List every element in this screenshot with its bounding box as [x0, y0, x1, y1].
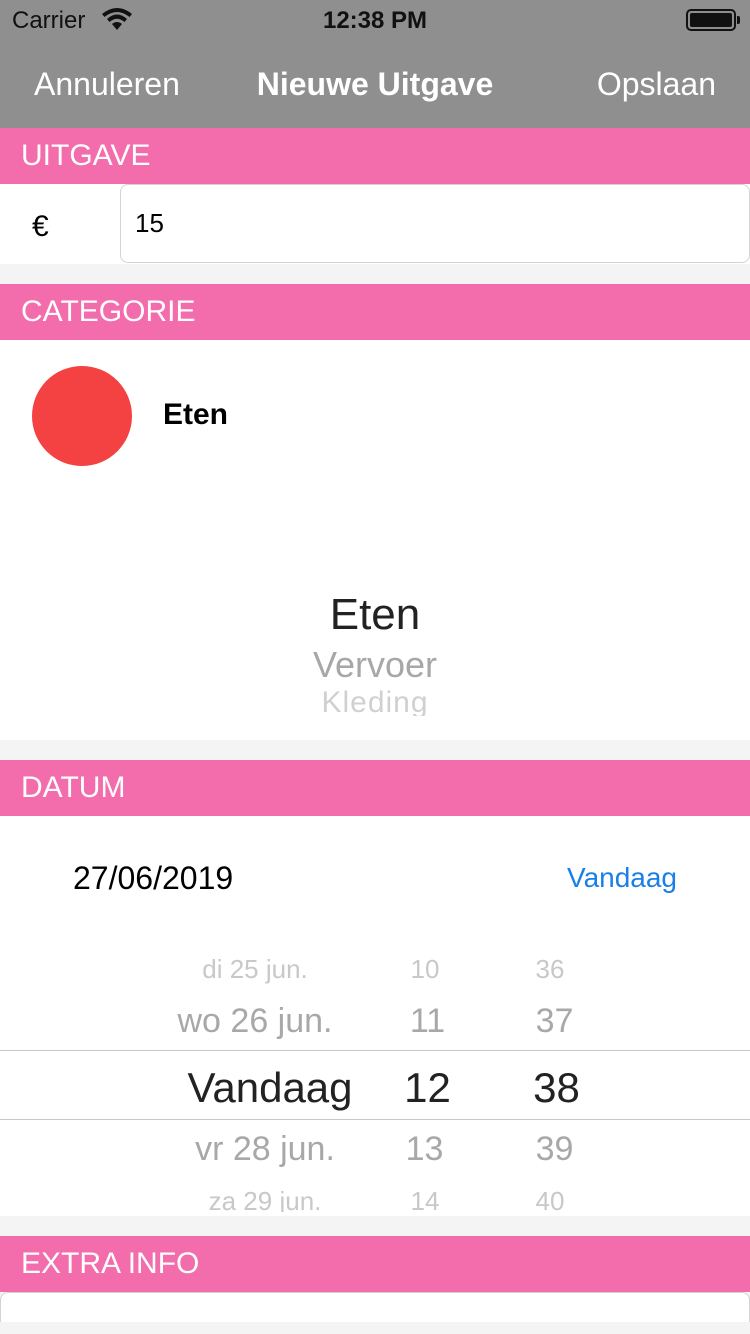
wheel-day-item[interactable]: za 29 jun.	[160, 1186, 370, 1212]
date-panel: 27/06/2019 Vandaag di 25 jun. wo 26 jun.…	[0, 816, 750, 1216]
wheel-day-item[interactable]: di 25 jun.	[150, 954, 360, 985]
save-button[interactable]: Opslaan	[597, 66, 716, 103]
today-button[interactable]: Vandaag	[567, 862, 677, 894]
category-section-header: CATEGORIE	[0, 284, 750, 340]
wheel-day-selected[interactable]: Vandaag	[160, 1064, 380, 1112]
wheel-minute-item[interactable]: 36	[510, 954, 590, 985]
extra-header-label: EXTRA INFO	[21, 1247, 200, 1280]
wheel-hour-item[interactable]: 14	[385, 1186, 465, 1212]
clock: 12:38 PM	[322, 7, 428, 34]
wheel-day-item[interactable]: vr 28 jun.	[150, 1130, 380, 1169]
expense-row: €	[0, 184, 750, 264]
category-color-dot	[32, 366, 132, 466]
wheel-fade-row	[150, 934, 610, 944]
wheel-hour-item[interactable]: 13	[382, 1130, 467, 1169]
date-section-header: DATUM	[0, 760, 750, 816]
picker-selection-bottom-line	[0, 1119, 750, 1120]
battery-icon	[686, 9, 736, 31]
picker-item-selected[interactable]: Eten	[0, 590, 750, 640]
picker-selection-top-line	[0, 1050, 750, 1051]
category-panel: Eten Eten Vervoer Kleding	[0, 340, 750, 740]
date-header-label: DATUM	[21, 771, 126, 804]
cancel-button[interactable]: Annuleren	[34, 66, 180, 103]
status-bar: Carrier 12:38 PM	[0, 0, 750, 40]
selected-category-name: Eten	[163, 398, 229, 431]
currency-label: €	[32, 210, 49, 243]
picker-item[interactable]: Kleding	[0, 686, 750, 716]
battery-tip	[737, 16, 740, 24]
wheel-minute-item[interactable]: 40	[510, 1186, 590, 1212]
new-expense-screen: Carrier 12:38 PM Annuleren Nieuwe Uitgav…	[0, 0, 750, 1334]
wheel-hour-item[interactable]: 10	[385, 954, 465, 985]
wheel-hour-item[interactable]: 11	[385, 1002, 470, 1041]
wheel-day-item[interactable]: wo 26 jun.	[140, 1002, 370, 1041]
expense-header-label: UITGAVE	[21, 139, 151, 172]
expense-section-header: UITGAVE	[0, 128, 750, 184]
picker-item[interactable]: Vervoer	[0, 644, 750, 686]
wheel-hour-selected[interactable]: 12	[385, 1064, 470, 1112]
extra-info-input[interactable]	[0, 1292, 750, 1322]
extra-section-header: EXTRA INFO	[0, 1236, 750, 1292]
wheel-minute-item[interactable]: 37	[512, 1002, 597, 1041]
selected-date: 27/06/2019	[73, 860, 234, 896]
navigation-bar: Carrier 12:38 PM Annuleren Nieuwe Uitgav…	[0, 0, 750, 128]
category-header-label: CATEGORIE	[21, 295, 196, 328]
amount-input[interactable]	[120, 184, 750, 263]
wheel-minute-selected[interactable]: 38	[514, 1064, 599, 1112]
wheel-minute-item[interactable]: 39	[512, 1130, 597, 1169]
